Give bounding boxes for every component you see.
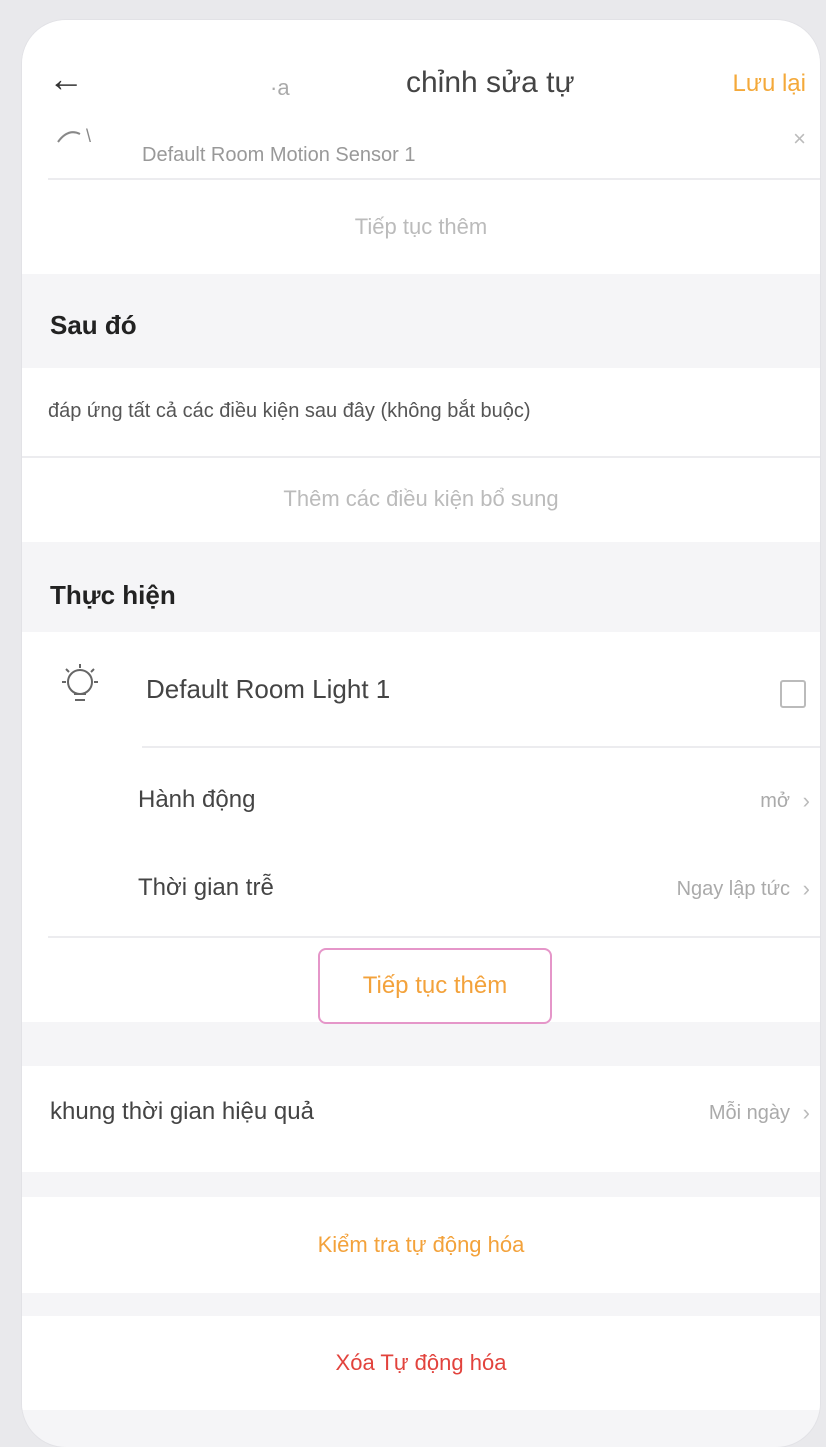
divider — [22, 456, 820, 458]
chevron-right-icon: › — [802, 876, 810, 901]
continue-add-trigger-button[interactable]: Tiếp tục thêm — [22, 180, 820, 274]
conditions-block — [22, 368, 820, 542]
trigger-device-row[interactable]: \ Default Room Motion Sensor 1 × — [22, 110, 820, 180]
trash-icon[interactable] — [780, 680, 806, 708]
action-value[interactable]: mở — [760, 790, 790, 813]
remove-trigger-icon[interactable]: × — [793, 126, 806, 152]
section-title-execute: Thực hiện — [50, 580, 176, 610]
delete-automation-button[interactable]: Xóa Tự động hóa — [22, 1316, 820, 1410]
phone-frame: ← ·a chỉnh sửa tự Lưu lại \ Default Room… — [22, 20, 820, 1447]
svg-text:\: \ — [86, 126, 91, 146]
check-automation-button[interactable]: Kiểm tra tự động hóa — [22, 1197, 820, 1293]
add-condition-button[interactable]: Thêm các điều kiện bổ sung — [22, 486, 820, 512]
effective-time-label: khung thời gian hiệu quả — [50, 1098, 314, 1125]
chevron-right-icon: › — [802, 788, 810, 813]
chevron-right-icon: › — [802, 1100, 810, 1125]
conditions-description: đáp ứng tất cả các điều kiện sau đây (kh… — [48, 400, 531, 422]
execute-device-name: Default Room Light 1 — [146, 674, 391, 704]
save-button[interactable]: Lưu lại — [733, 70, 806, 98]
effective-time-value: Mỗi ngày — [708, 1102, 790, 1124]
light-bulb-icon — [54, 660, 106, 712]
delay-label[interactable]: Thời gian trễ — [138, 874, 274, 902]
page-title: chỉnh sửa tự — [406, 66, 575, 99]
trigger-device-name: Default Room Motion Sensor 1 — [142, 144, 416, 166]
divider — [48, 936, 820, 938]
motion-sensor-icon: \ — [54, 120, 110, 154]
continue-add-action-button[interactable]: Tiếp tục thêm — [318, 948, 552, 1024]
section-title-after: Sau đó — [50, 310, 137, 340]
action-label[interactable]: Hành động — [138, 786, 255, 814]
divider — [142, 746, 820, 748]
delay-value[interactable]: Ngay lập tức — [677, 878, 790, 901]
back-arrow-icon[interactable]: ← — [48, 58, 84, 100]
header-small-mark: ·a — [270, 75, 290, 100]
